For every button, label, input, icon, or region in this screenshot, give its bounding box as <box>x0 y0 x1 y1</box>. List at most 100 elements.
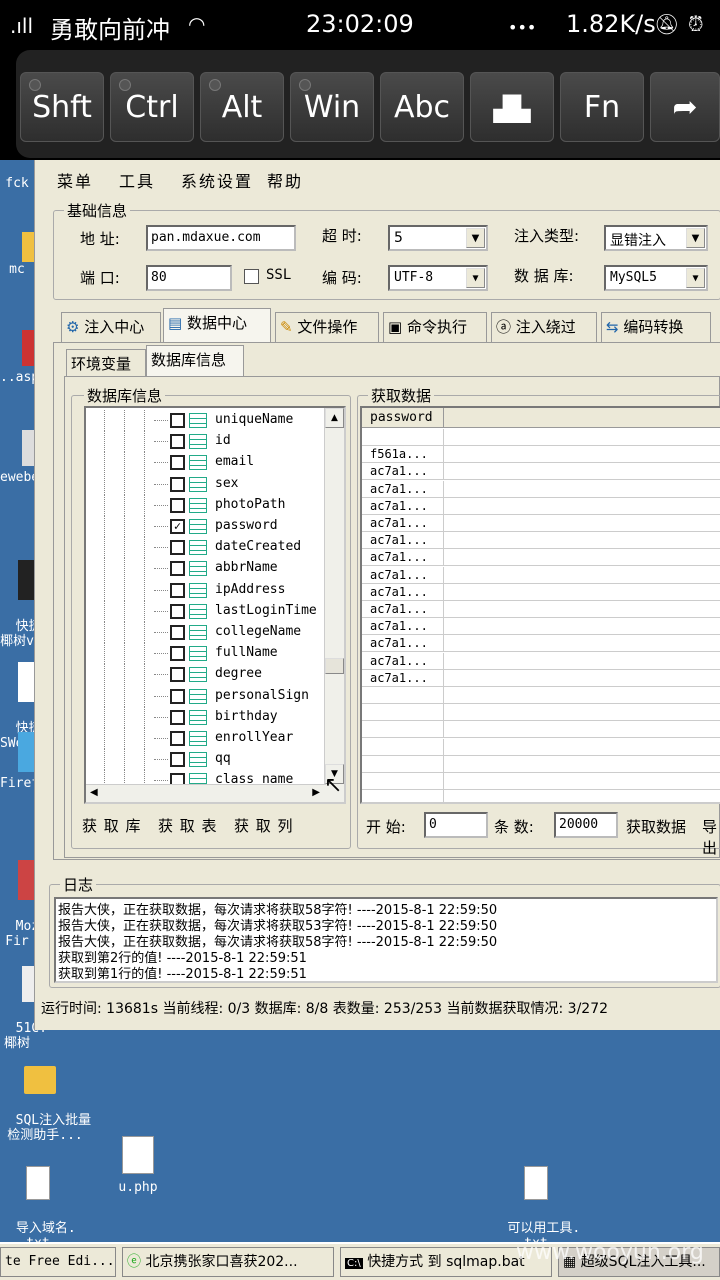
alt-key[interactable]: Alt <box>200 72 284 142</box>
desktop-icon-u-php[interactable]: u.php <box>110 1136 166 1195</box>
column-checkbox[interactable] <box>170 497 185 513</box>
table-row[interactable]: ac7a1... <box>362 669 720 687</box>
export-button[interactable]: 导出 <box>702 816 720 858</box>
table-row[interactable]: ac7a1... <box>362 618 720 636</box>
column-checkbox[interactable] <box>170 709 185 725</box>
tree-column-item[interactable]: personalSign <box>86 685 326 707</box>
column-checkbox[interactable] <box>170 688 185 704</box>
table-row[interactable]: ac7a1... <box>362 635 720 653</box>
tree-column-item[interactable]: collegeName <box>86 622 326 643</box>
scroll-thumb[interactable] <box>325 658 344 674</box>
table-row[interactable]: ac7a1... <box>362 549 720 567</box>
column-checkbox[interactable] <box>170 540 185 556</box>
forward-key[interactable]: ➦ <box>650 72 720 142</box>
table-row[interactable]: ac7a1... <box>362 497 720 515</box>
table-row[interactable]: ac7a1... <box>362 583 720 601</box>
tree-column-item[interactable]: lastLoginTime <box>86 600 326 622</box>
tree-column-item[interactable]: degree <box>86 664 326 686</box>
fetch-data-button[interactable]: 获取数据 <box>626 816 686 837</box>
tree-column-item[interactable]: ipAddress <box>86 579 326 601</box>
layout-key[interactable]: ▟▙ <box>470 72 554 142</box>
table-row[interactable]: ac7a1... <box>362 463 720 481</box>
menu-item-menu[interactable]: 菜单 <box>57 168 93 192</box>
get-tables-button[interactable]: 获 取 表 <box>158 815 218 836</box>
tab-data-center[interactable]: ▤ 数据中心 <box>163 308 271 342</box>
tree-column-item[interactable]: birthday <box>86 706 326 728</box>
tree-column-item[interactable]: abbrName <box>86 558 326 580</box>
tree-column-item[interactable]: qq <box>86 749 326 771</box>
table-row[interactable]: ac7a1... <box>362 480 720 498</box>
tree-column-item[interactable]: photoPath <box>86 494 326 516</box>
column-checkbox[interactable] <box>170 603 185 619</box>
scroll-up-arrow-icon[interactable]: ▲ <box>325 408 344 428</box>
desktop-icon-asp[interactable]: ..asp <box>0 330 39 385</box>
inject-type-select[interactable]: 显错注入 ▼ <box>604 225 708 251</box>
tree-vertical-scrollbar[interactable]: ▲ ▼ <box>324 408 344 802</box>
fn-key[interactable]: Fn <box>560 72 644 142</box>
start-input[interactable]: 0 <box>424 812 488 838</box>
desktop-icon-firefox[interactable]: Firef <box>0 732 39 791</box>
desktop-icon-mozilla[interactable]: Moz Fir <box>0 830 39 949</box>
column-checkbox[interactable] <box>170 561 185 577</box>
tree-column-item[interactable]: fullName <box>86 643 326 665</box>
tree-column-item[interactable]: uniqueName <box>86 410 326 431</box>
tree-horizontal-scrollbar[interactable]: ◀ ▶ <box>86 784 326 802</box>
get-columns-button[interactable]: 获 取 列 <box>234 815 294 836</box>
tab-db-info[interactable]: 数据库信息 <box>146 345 244 377</box>
column-checkbox[interactable] <box>170 625 185 640</box>
shift-key[interactable]: Shft <box>20 72 104 142</box>
tree-column-item[interactable]: email <box>86 452 326 474</box>
win-key[interactable]: Win <box>290 72 374 142</box>
tab-inject-bypass[interactable]: ⓐ 注入绕过 <box>491 312 597 342</box>
tree-column-item[interactable]: sex <box>86 473 326 495</box>
tab-env-vars[interactable]: 环境变量 <box>66 349 146 377</box>
table-row[interactable]: ac7a1... <box>362 566 720 584</box>
desktop-icon-folder[interactable]: mc <box>0 232 34 277</box>
desktop-icon-tools[interactable]: 可以用工具. txt <box>486 1136 586 1251</box>
column-checkbox[interactable] <box>170 455 185 471</box>
timeout-select[interactable]: 5 ▼ <box>388 225 488 251</box>
table-row[interactable]: ac7a1... <box>362 532 720 550</box>
column-checkbox[interactable] <box>170 434 185 450</box>
abc-key[interactable]: Abc <box>380 72 464 142</box>
column-checkbox[interactable] <box>170 731 185 746</box>
column-checkbox[interactable]: ✓ <box>170 519 185 534</box>
db-tree[interactable]: uniqueName id email sex photoPath ✓ password da… <box>84 406 346 804</box>
tab-file-ops[interactable]: ✎ 文件操作 <box>275 312 379 342</box>
scroll-left-arrow-icon[interactable]: ◀ <box>90 787 98 798</box>
table-row[interactable] <box>362 429 720 446</box>
menu-item-settings[interactable]: 系统设置 <box>181 168 253 192</box>
ssl-checkbox[interactable] <box>244 269 259 284</box>
column-checkbox[interactable] <box>170 413 185 428</box>
get-databases-button[interactable]: 获 取 库 <box>82 815 142 836</box>
column-checkbox[interactable] <box>170 646 185 662</box>
column-checkbox[interactable] <box>170 582 185 598</box>
tree-column-item[interactable]: id <box>86 431 326 453</box>
scroll-right-arrow-icon[interactable]: ▶ <box>312 787 320 798</box>
column-checkbox[interactable] <box>170 476 185 492</box>
tree-column-item[interactable]: ✓ password <box>86 516 326 537</box>
desktop-icon-import-domain[interactable]: 导入域名. txt <box>0 1136 76 1251</box>
menu-item-help[interactable]: 帮助 <box>267 168 303 192</box>
grid-column-header[interactable]: password <box>362 408 444 428</box>
menu-item-tools[interactable]: 工具 <box>119 168 155 192</box>
table-row[interactable]: ac7a1... <box>362 515 720 532</box>
taskbar-item-browser[interactable]: ⓔ 北京携张家口喜获202... <box>122 1247 334 1277</box>
data-grid[interactable]: password f561a... ac7a1... ac7a1... ac7a1..… <box>360 406 720 804</box>
tree-column-item[interactable]: dateCreated <box>86 537 326 559</box>
desktop-icon-ewebe[interactable]: ewebe <box>0 430 39 485</box>
tab-encoding[interactable]: ⇆ 编码转换 <box>601 312 711 342</box>
table-row[interactable]: ac7a1... <box>362 601 720 618</box>
column-checkbox[interactable] <box>170 667 185 683</box>
tab-inject-center[interactable]: ⚙ 注入中心 <box>61 312 161 342</box>
encoding-select[interactable]: UTF-8 ▼ <box>388 265 488 291</box>
table-row[interactable]: f561a... <box>362 446 720 464</box>
tab-command-exec[interactable]: ▣ 命令执行 <box>383 312 487 342</box>
address-input[interactable]: pan.mdaxue.com <box>146 225 296 251</box>
table-row[interactable]: ac7a1... <box>362 652 720 670</box>
database-select[interactable]: MySQL5 ▼ <box>604 265 708 291</box>
taskbar-item-editor[interactable]: te Free Edi... <box>0 1247 116 1277</box>
column-checkbox[interactable] <box>170 752 185 768</box>
desktop-icon-51cto[interactable]: 51CT 椰树 <box>0 936 47 1051</box>
desktop-icon-fck[interactable]: fck <box>0 176 34 191</box>
